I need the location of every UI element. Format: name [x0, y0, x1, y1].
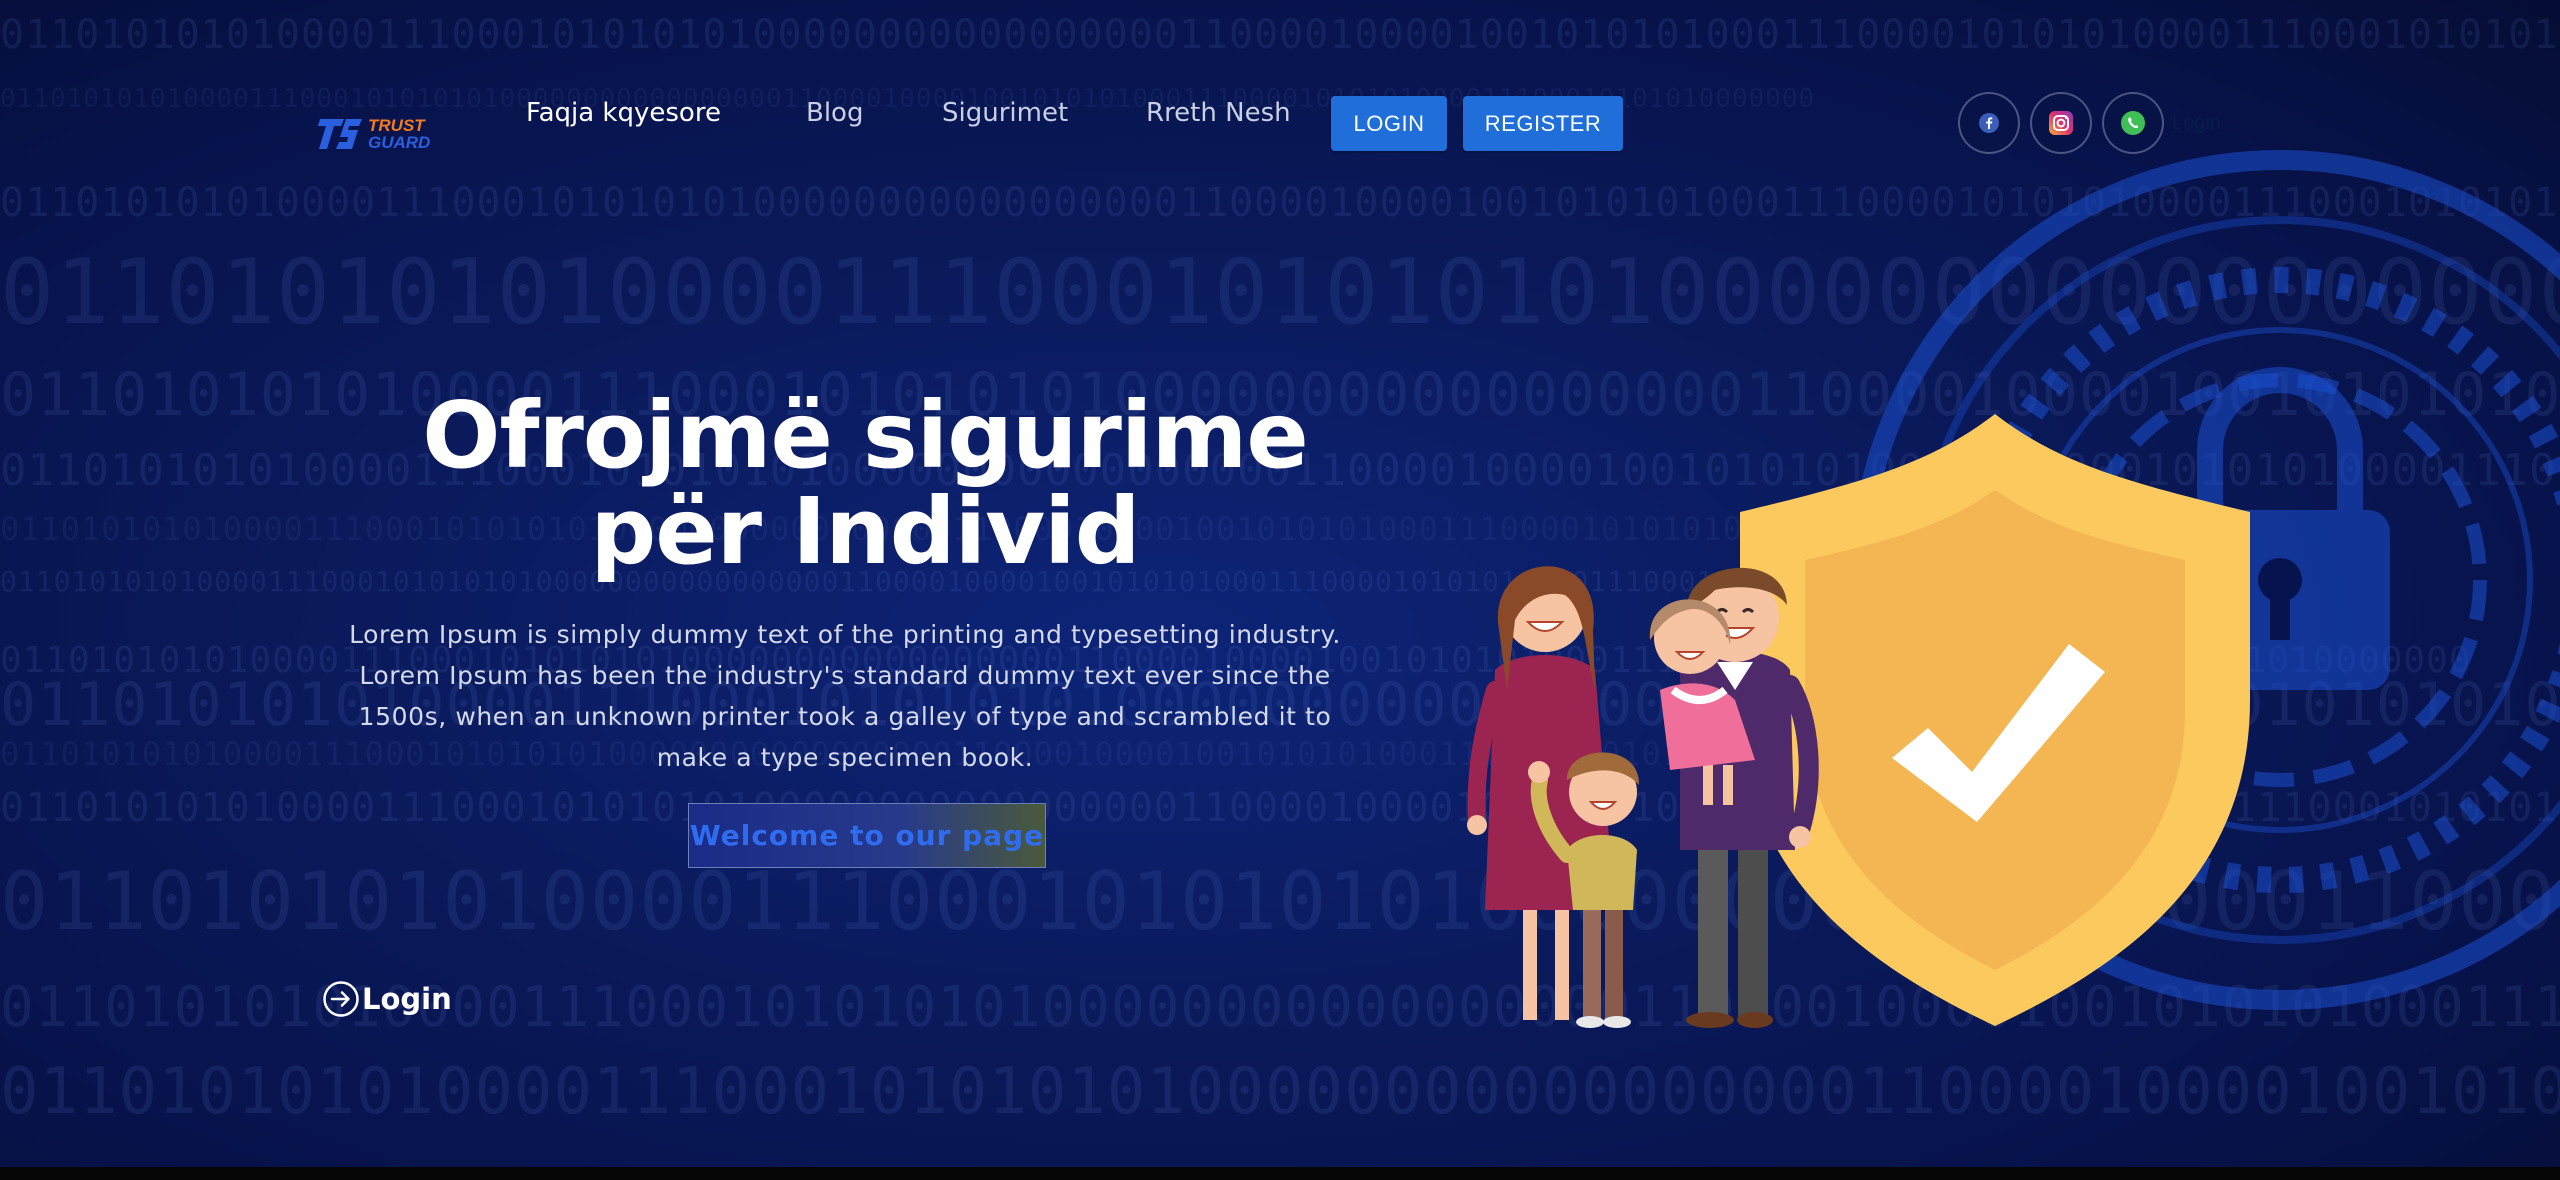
facebook-button[interactable]	[1958, 92, 2020, 154]
hero-title: Ofrojmë sigurime për Individ	[422, 382, 1308, 585]
trust-guard-logo[interactable]: TRUST GUARD	[316, 114, 432, 154]
nav-link-insurance[interactable]: Sigurimet	[942, 98, 1068, 128]
welcome-button[interactable]: Welcome to our page	[688, 803, 1046, 868]
family-shield-illustration	[1467, 414, 2250, 1028]
bottom-strip	[0, 1167, 2560, 1180]
logo-text-guard: GUARD	[368, 133, 431, 152]
binary-background: 0110101010100001110001010101010000000000…	[0, 12, 2560, 58]
shield-icon	[1740, 414, 2250, 1026]
register-button[interactable]: REGISTER	[1463, 96, 1623, 151]
whatsapp-button[interactable]	[2102, 92, 2164, 154]
logo-text-trust: TRUST	[368, 116, 425, 135]
nav-link-home[interactable]: Faqja kqyesore	[526, 98, 721, 128]
logo-icon	[318, 119, 362, 149]
hero-login-link[interactable]: Login	[322, 980, 452, 1018]
arrow-circle-right-icon	[323, 981, 359, 1017]
hero-description: Lorem Ipsum is simply dummy text of the …	[349, 620, 1341, 772]
whatsapp-icon	[2121, 111, 2145, 135]
nav-link-blog[interactable]: Blog	[806, 98, 863, 128]
instagram-button[interactable]	[2030, 92, 2092, 154]
login-button[interactable]: LOGIN	[1331, 96, 1447, 151]
nav-link-about[interactable]: Rreth Nesh	[1146, 98, 1291, 128]
hero-login-label: Login	[362, 982, 452, 1016]
facebook-icon	[1979, 113, 1999, 133]
page: 0110101010100001110001010101010000000000…	[0, 0, 2560, 1167]
ghost-login-text: Login	[2172, 112, 2221, 134]
instagram-icon	[2049, 111, 2073, 135]
